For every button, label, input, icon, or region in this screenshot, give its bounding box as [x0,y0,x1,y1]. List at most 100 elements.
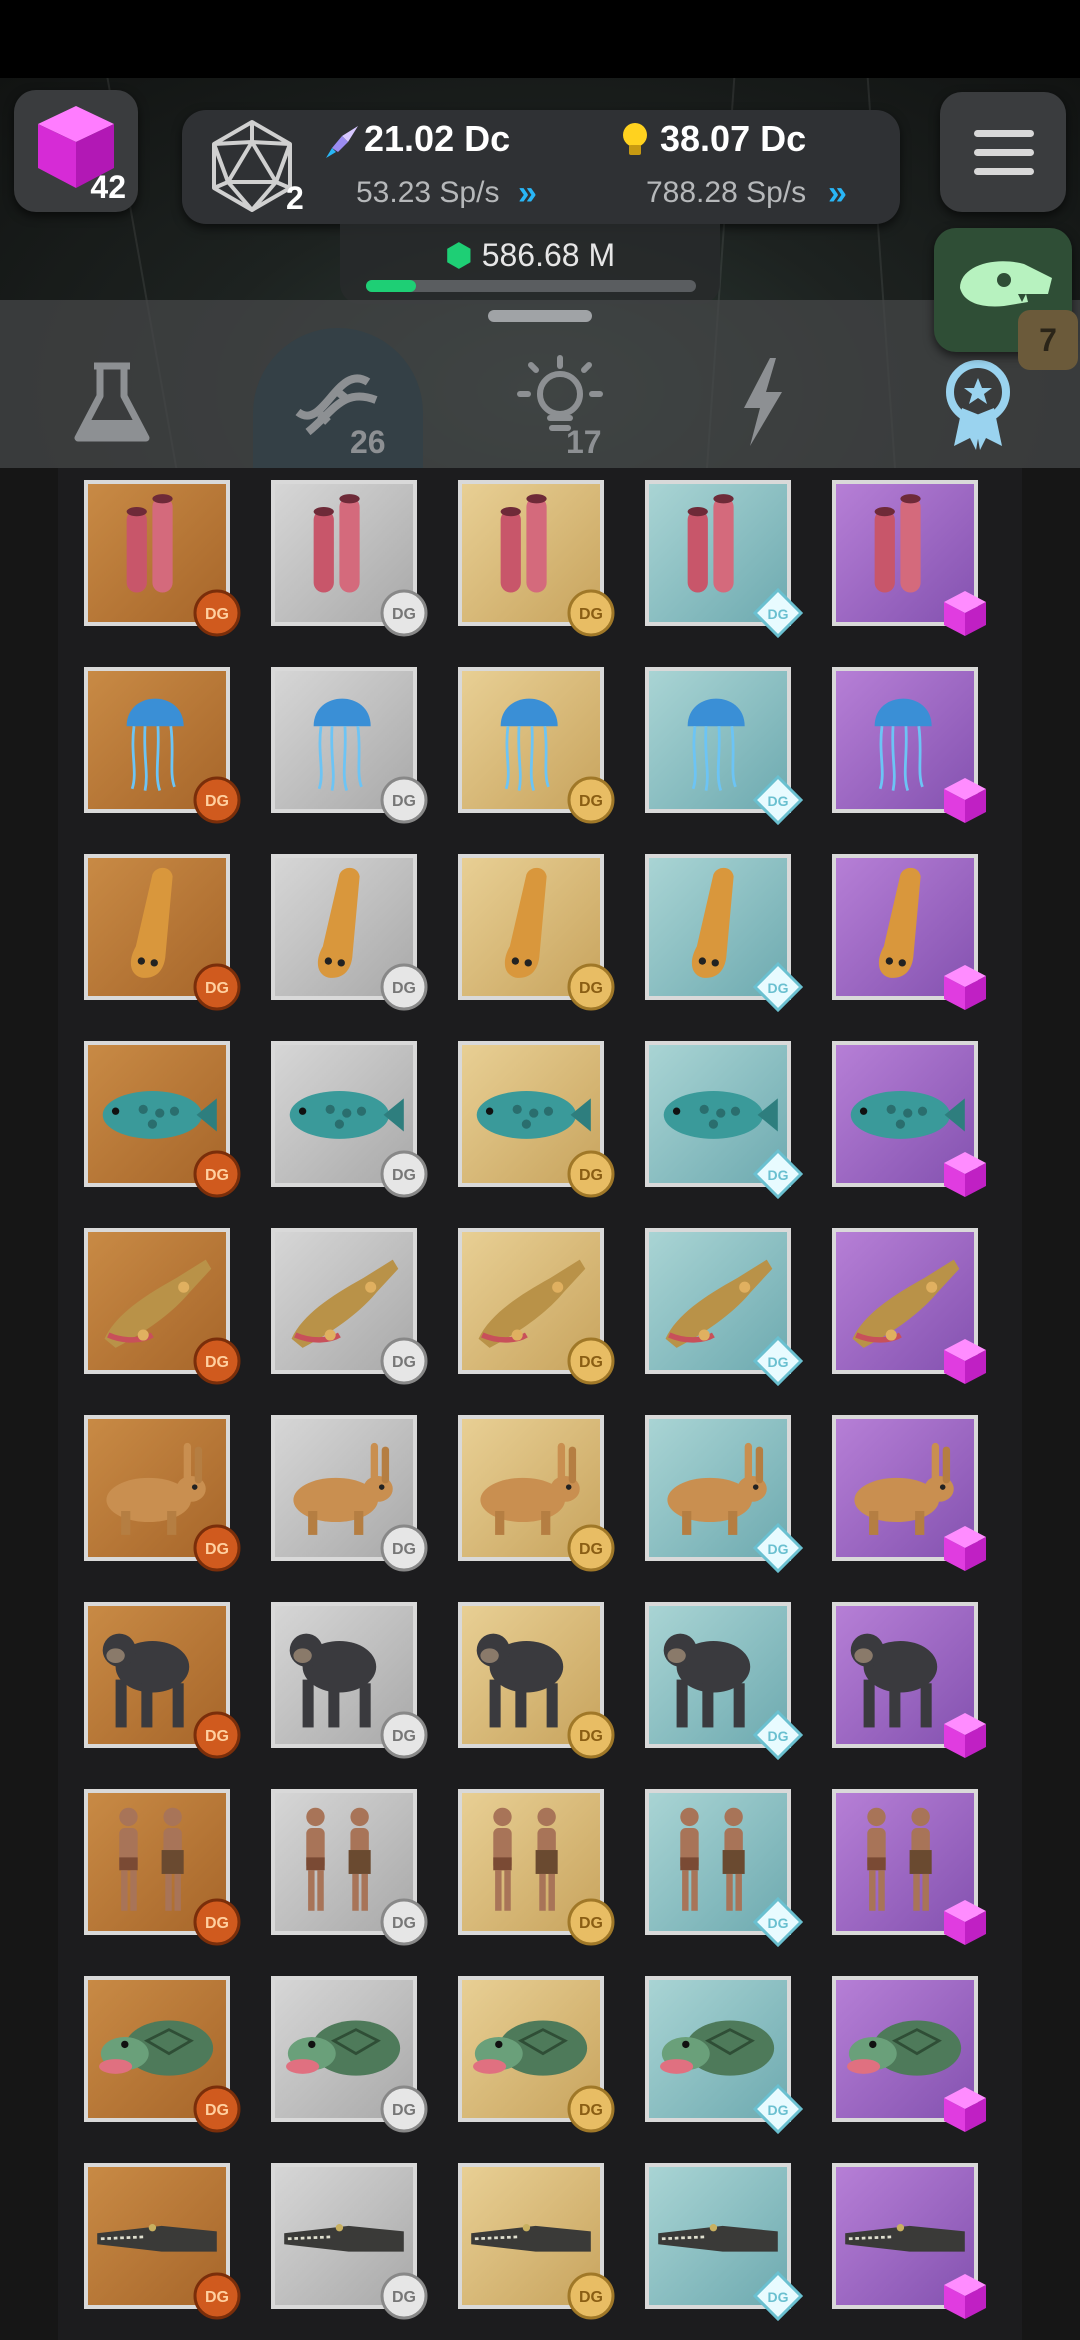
svg-text:DG: DG [392,1541,416,1558]
diamond-tier-badge-icon: DG [753,2084,803,2134]
green-gem-icon: ⬢ [444,237,473,273]
resource2-rate: 788.28 Sp/s [646,176,807,209]
tab-dna[interactable]: 26 [278,342,398,462]
gem-progress-panel: ⬢ 586.68 M [340,224,720,304]
svg-text:DG: DG [768,980,789,996]
svg-text:DG: DG [579,793,603,810]
creature-card-rabbit-gold[interactable]: DG [458,1415,615,1572]
cube-currency-button[interactable]: 42 [14,90,138,212]
creature-card-rabbit-cube[interactable] [832,1415,986,1571]
svg-text:DG: DG [392,1167,416,1184]
creature-card-worm-bronze[interactable]: DG [84,854,241,1011]
creature-card-fish-silver[interactable]: DG [271,1041,428,1198]
creature-card-turtle-cube[interactable] [832,1976,986,2132]
creature-card-worm-cube[interactable] [832,854,986,1010]
resource2-value: 38.07 Dc [660,118,807,159]
creature-card-rabbit-bronze[interactable]: DG [84,1415,241,1572]
svg-text:DG: DG [205,1728,229,1745]
tab-ideas-count: 17 [566,424,602,460]
cube-tier-badge-icon [944,1713,986,1758]
creature-card-tube-sponge-cube[interactable] [832,480,986,636]
gold-tier-badge-icon: DG [567,1711,615,1759]
svg-text:DG: DG [205,606,229,623]
svg-text:DG: DG [579,1167,603,1184]
creature-card-worm-gold[interactable]: DG [458,854,615,1011]
drag-handle[interactable] [488,310,592,322]
svg-text:DG: DG [768,1728,789,1744]
creature-card-crocodile-cube[interactable] [832,2163,986,2319]
creature-card-chimpanzee-gold[interactable]: DG [458,1602,615,1759]
creature-card-jellyfish-gold[interactable]: DG [458,667,615,824]
diamond-tier-badge-icon: DG [753,588,803,638]
hamburger-line [974,168,1034,175]
gold-tier-badge-icon: DG [567,963,615,1011]
bronze-tier-badge-icon: DG [193,1711,241,1759]
creature-card-tube-sponge-bronze[interactable]: DG [84,480,241,637]
creature-card-crocodile-diamond[interactable]: DG [645,2163,803,2321]
creature-card-jellyfish-diamond[interactable]: DG [645,667,803,825]
creature-card-jellyfish-silver[interactable]: DG [271,667,428,824]
creature-card-chimpanzee-silver[interactable]: DG [271,1602,428,1759]
creature-card-fish-cube[interactable] [832,1041,986,1197]
diamond-tier-badge-icon: DG [753,1523,803,1573]
tab-ideas[interactable]: 17 [500,342,620,462]
svg-text:DG: DG [392,1354,416,1371]
creature-card-crocodile-silver[interactable]: DG [271,2163,428,2320]
gold-tier-badge-icon: DG [567,2085,615,2133]
cube-tier-badge-icon [944,1152,986,1197]
hamburger-line [974,149,1034,156]
svg-text:DG: DG [205,1167,229,1184]
creature-card-fish-diamond[interactable]: DG [645,1041,803,1199]
resource1-boost-icon[interactable]: » [518,174,537,213]
creature-card-rabbit-silver[interactable]: DG [271,1415,428,1572]
creature-card-turtle-bronze[interactable]: DG [84,1976,241,2133]
creature-card-early-humans-cube[interactable] [832,1789,986,1945]
svg-text:DG: DG [579,1354,603,1371]
tab-boost[interactable] [702,342,822,462]
svg-text:DG: DG [579,1915,603,1932]
creature-card-amphibian-cube[interactable] [832,1228,986,1384]
creature-card-jellyfish-bronze[interactable]: DG [84,667,241,824]
menu-button[interactable] [940,92,1066,212]
creature-card-early-humans-silver[interactable]: DG [271,1789,428,1946]
creature-card-chimpanzee-bronze[interactable]: DG [84,1602,241,1759]
creature-card-crocodile-gold[interactable]: DG [458,2163,615,2320]
creature-card-fish-bronze[interactable]: DG [84,1041,241,1198]
resource2-boost-icon[interactable]: » [828,174,847,213]
polyhedron-icon [212,120,292,212]
creature-card-early-humans-bronze[interactable]: DG [84,1789,241,1946]
svg-text:DG: DG [768,2102,789,2118]
hamburger-line [974,130,1034,137]
creature-card-early-humans-diamond[interactable]: DG [645,1789,803,1947]
creature-card-tube-sponge-silver[interactable]: DG [271,480,428,637]
cube-tier-badge-icon [944,965,986,1010]
creature-card-chimpanzee-cube[interactable] [832,1602,986,1758]
creature-card-worm-diamond[interactable]: DG [645,854,803,1012]
svg-text:DG: DG [205,1541,229,1558]
creature-card-tube-sponge-gold[interactable]: DG [458,480,615,637]
creature-card-rabbit-diamond[interactable]: DG [645,1415,803,1573]
creature-card-amphibian-bronze[interactable]: DG [84,1228,241,1385]
creature-card-amphibian-gold[interactable]: DG [458,1228,615,1385]
creature-card-turtle-silver[interactable]: DG [271,1976,428,2133]
svg-text:DG: DG [579,1541,603,1558]
svg-text:DG: DG [768,793,789,809]
creature-card-fish-gold[interactable]: DG [458,1041,615,1198]
diamond-tier-badge-icon: DG [753,1710,803,1760]
svg-text:DG: DG [205,2289,229,2306]
creature-card-tube-sponge-diamond[interactable]: DG [645,480,803,638]
creature-card-turtle-gold[interactable]: DG [458,1976,615,2133]
creature-card-worm-silver[interactable]: DG [271,854,428,1011]
creature-card-early-humans-gold[interactable]: DG [458,1789,615,1946]
status-bar [0,0,1080,78]
bronze-tier-badge-icon: DG [193,589,241,637]
creature-card-jellyfish-cube[interactable] [832,667,986,823]
creature-card-chimpanzee-diamond[interactable]: DG [645,1602,803,1760]
tab-lab[interactable] [52,342,172,462]
creature-card-amphibian-silver[interactable]: DG [271,1228,428,1385]
creature-card-amphibian-diamond[interactable]: DG [645,1228,803,1386]
bronze-tier-badge-icon: DG [193,2085,241,2133]
creature-card-crocodile-bronze[interactable]: DG [84,2163,241,2320]
creature-card-turtle-diamond[interactable]: DG [645,1976,803,2134]
gold-tier-badge-icon: DG [567,776,615,824]
